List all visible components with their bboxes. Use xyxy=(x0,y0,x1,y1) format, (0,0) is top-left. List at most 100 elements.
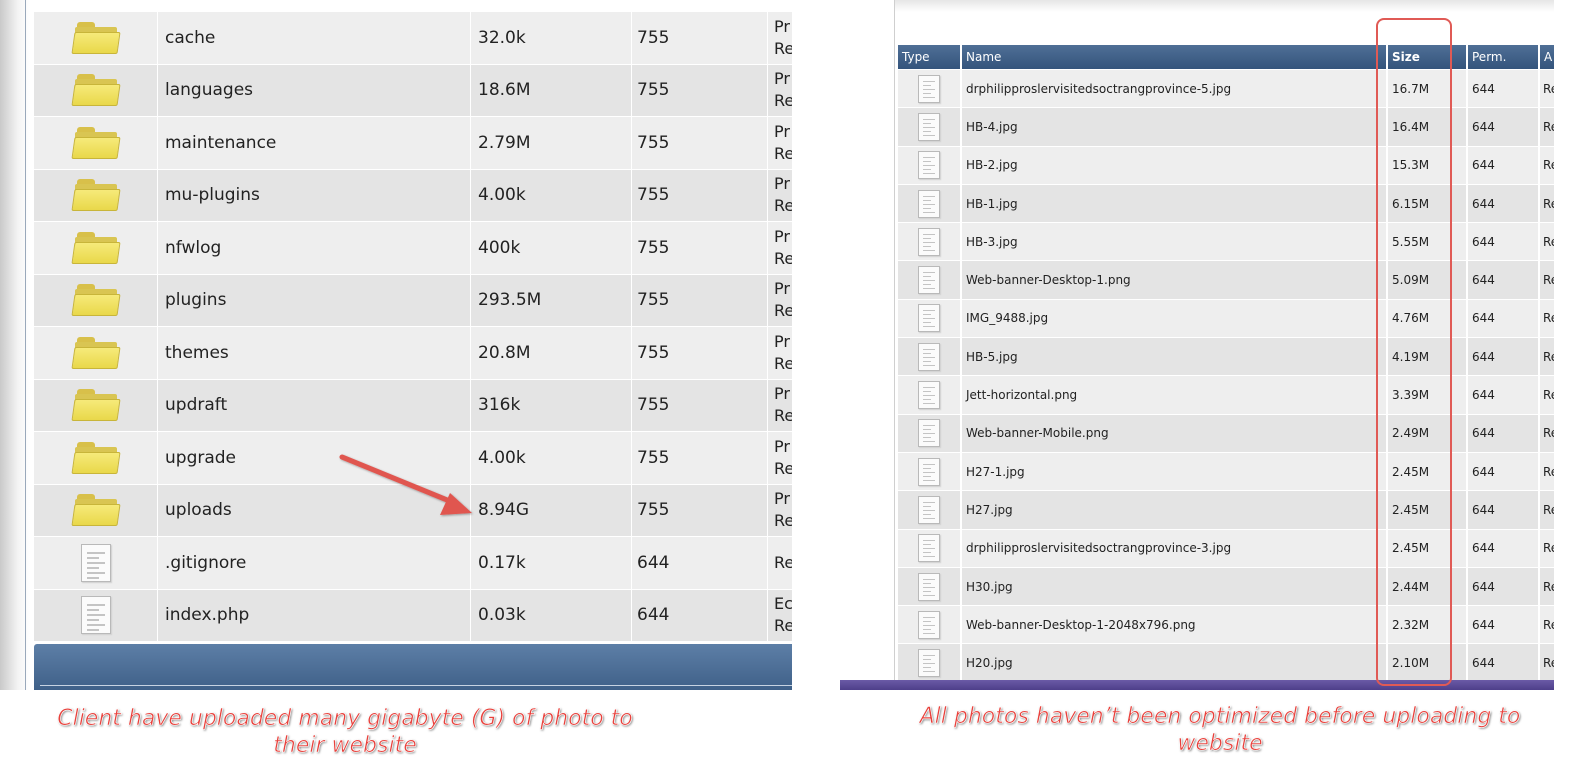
file-name[interactable]: Web-banner-Desktop-1.png xyxy=(962,261,1388,299)
table-row[interactable]: H27.jpg2.45M644Re xyxy=(898,491,1554,530)
file-permission[interactable]: 755 xyxy=(633,379,768,431)
file-permission[interactable]: 644 xyxy=(1468,70,1540,108)
file-permission[interactable]: 644 xyxy=(1468,567,1540,606)
file-permission[interactable]: 755 xyxy=(633,169,768,221)
action-link[interactable]: Re xyxy=(774,248,792,270)
action-link[interactable]: Re xyxy=(774,552,792,574)
table-row[interactable]: Web-banner-Desktop-1-2048x796.png 2.32M 64… xyxy=(898,606,1554,645)
table-row[interactable]: nfwlog 400k 755 Pr Re xyxy=(34,222,792,275)
table-row[interactable]: .gitignore 0.17k 644 Re xyxy=(34,537,792,590)
file-permission[interactable]: 644 xyxy=(1468,529,1540,567)
file-name[interactable]: HB-3.jpg xyxy=(962,223,1388,261)
file-name[interactable]: mu-plugins xyxy=(159,169,471,221)
table-row[interactable]: HB-4.jpg16.4M644Re xyxy=(898,108,1554,147)
table-row[interactable]: Web-banner-Desktop-1.png5.09M644Re xyxy=(898,261,1554,300)
file-name[interactable]: .gitignore xyxy=(159,537,471,589)
table-row[interactable]: H30.jpg2.44M644Re xyxy=(898,567,1554,607)
file-permission[interactable]: 755 xyxy=(633,274,768,326)
action-link[interactable]: Re xyxy=(1540,376,1554,413)
action-link[interactable]: Re xyxy=(774,38,792,60)
file-name[interactable]: H27-1.jpg xyxy=(962,452,1388,491)
file-permission[interactable]: 644 xyxy=(633,537,768,589)
action-link[interactable]: Re xyxy=(1540,147,1554,184)
action-link[interactable]: Pr xyxy=(774,436,790,458)
file-name[interactable]: IMG_9488.jpg xyxy=(962,299,1388,338)
file-name[interactable]: H30.jpg xyxy=(962,567,1388,606)
table-row[interactable]: HB-3.jpg5.55M644Re xyxy=(898,223,1554,262)
table-row[interactable]: languages 18.6M 755 Pr Re xyxy=(34,64,792,117)
file-name[interactable]: drphilipproslervisitedsoctrangprovince-3… xyxy=(962,529,1388,567)
file-permission[interactable]: 644 xyxy=(1468,338,1540,376)
file-permission[interactable]: 644 xyxy=(1468,644,1540,682)
action-link[interactable]: Re xyxy=(1540,415,1554,452)
action-link[interactable]: Re xyxy=(774,353,792,375)
action-link[interactable]: Re xyxy=(774,143,792,165)
action-link[interactable]: Re xyxy=(1540,491,1554,528)
file-permission[interactable]: 755 xyxy=(633,64,768,116)
file-permission[interactable]: 644 xyxy=(1468,299,1540,338)
table-row[interactable]: plugins 293.5M 755 Pr Re xyxy=(34,274,792,327)
file-name[interactable]: H27.jpg xyxy=(962,491,1388,529)
file-permission[interactable]: 644 xyxy=(1468,491,1540,529)
table-row[interactable]: drphilipproslervisitedsoctrangprovince-3… xyxy=(898,529,1554,568)
action-link[interactable]: Re xyxy=(774,615,792,637)
table-row[interactable]: Jett-horizontal.png3.39M644Re xyxy=(898,376,1554,415)
action-link[interactable]: Re xyxy=(1540,108,1554,145)
action-link[interactable]: Ec xyxy=(774,593,792,615)
column-header-perm[interactable]: Perm. xyxy=(1468,45,1540,69)
table-row[interactable]: Web-banner-Mobile.png2.49M644Re xyxy=(898,414,1554,453)
file-name[interactable]: HB-1.jpg xyxy=(962,184,1388,223)
file-name[interactable]: plugins xyxy=(159,274,471,326)
file-name[interactable]: HB-5.jpg xyxy=(962,338,1388,376)
file-permission[interactable]: 644 xyxy=(1468,184,1540,223)
action-link[interactable]: Re xyxy=(774,510,792,532)
table-row[interactable]: IMG_9488.jpg4.76M644Re xyxy=(898,299,1554,339)
action-link[interactable]: Pr xyxy=(774,383,790,405)
file-permission[interactable]: 644 xyxy=(1468,376,1540,414)
table-row[interactable]: cache 32.0k 755 Pr Re xyxy=(34,12,792,65)
action-link[interactable]: Pr xyxy=(774,68,790,90)
file-permission[interactable]: 755 xyxy=(633,222,768,274)
file-permission[interactable]: 755 xyxy=(633,432,768,484)
file-permission[interactable]: 644 xyxy=(1468,414,1540,452)
file-permission[interactable]: 755 xyxy=(633,327,768,379)
file-name[interactable]: updraft xyxy=(159,379,471,431)
table-row[interactable]: mu-plugins 4.00k 755 Pr Re xyxy=(34,169,792,222)
action-link[interactable]: Re xyxy=(1540,568,1554,605)
file-permission[interactable]: 644 xyxy=(1468,606,1540,644)
action-link[interactable]: Pr xyxy=(774,16,790,38)
file-name[interactable]: drphilipproslervisitedsoctrangprovince-5… xyxy=(962,70,1388,108)
file-permission[interactable]: 644 xyxy=(633,589,768,641)
table-row[interactable]: updraft 316k 755 Pr Re xyxy=(34,379,792,432)
file-name[interactable]: cache xyxy=(159,12,471,64)
action-link[interactable]: Pr xyxy=(774,331,790,353)
action-link[interactable]: Pr xyxy=(774,121,790,143)
action-link[interactable]: Re xyxy=(1540,338,1554,375)
action-link[interactable]: Re xyxy=(774,405,792,427)
file-name[interactable]: Web-banner-Desktop-1-2048x796.png xyxy=(962,606,1388,644)
file-name[interactable]: Web-banner-Mobile.png xyxy=(962,414,1388,452)
file-permission[interactable]: 644 xyxy=(1468,223,1540,261)
file-name[interactable]: HB-4.jpg xyxy=(962,108,1388,146)
column-header-type[interactable]: Type xyxy=(898,45,962,69)
action-link[interactable]: Re xyxy=(1540,70,1554,107)
action-link[interactable]: Re xyxy=(1540,644,1554,681)
file-permission[interactable]: 755 xyxy=(633,117,768,169)
action-link[interactable]: Re xyxy=(774,300,792,322)
action-link[interactable]: Re xyxy=(774,458,792,480)
file-permission[interactable]: 755 xyxy=(633,484,768,536)
action-link[interactable]: Re xyxy=(1540,223,1554,260)
action-link[interactable]: Re xyxy=(1540,261,1554,298)
table-row[interactable]: index.php 0.03k 644 Ec Re xyxy=(34,589,792,642)
action-link[interactable]: Re xyxy=(774,90,792,112)
table-row[interactable]: HB-2.jpg15.3M644Re xyxy=(898,146,1554,185)
file-name[interactable]: themes xyxy=(159,327,471,379)
file-name[interactable]: index.php xyxy=(159,589,471,641)
action-link[interactable]: Pr xyxy=(774,488,790,510)
action-link[interactable]: Pr xyxy=(774,278,790,300)
action-link[interactable]: Re xyxy=(1540,453,1554,490)
action-link[interactable]: Re xyxy=(1540,300,1554,337)
file-name[interactable]: Jett-horizontal.png xyxy=(962,376,1388,414)
file-name[interactable]: languages xyxy=(159,64,471,116)
file-name[interactable]: maintenance xyxy=(159,117,471,169)
